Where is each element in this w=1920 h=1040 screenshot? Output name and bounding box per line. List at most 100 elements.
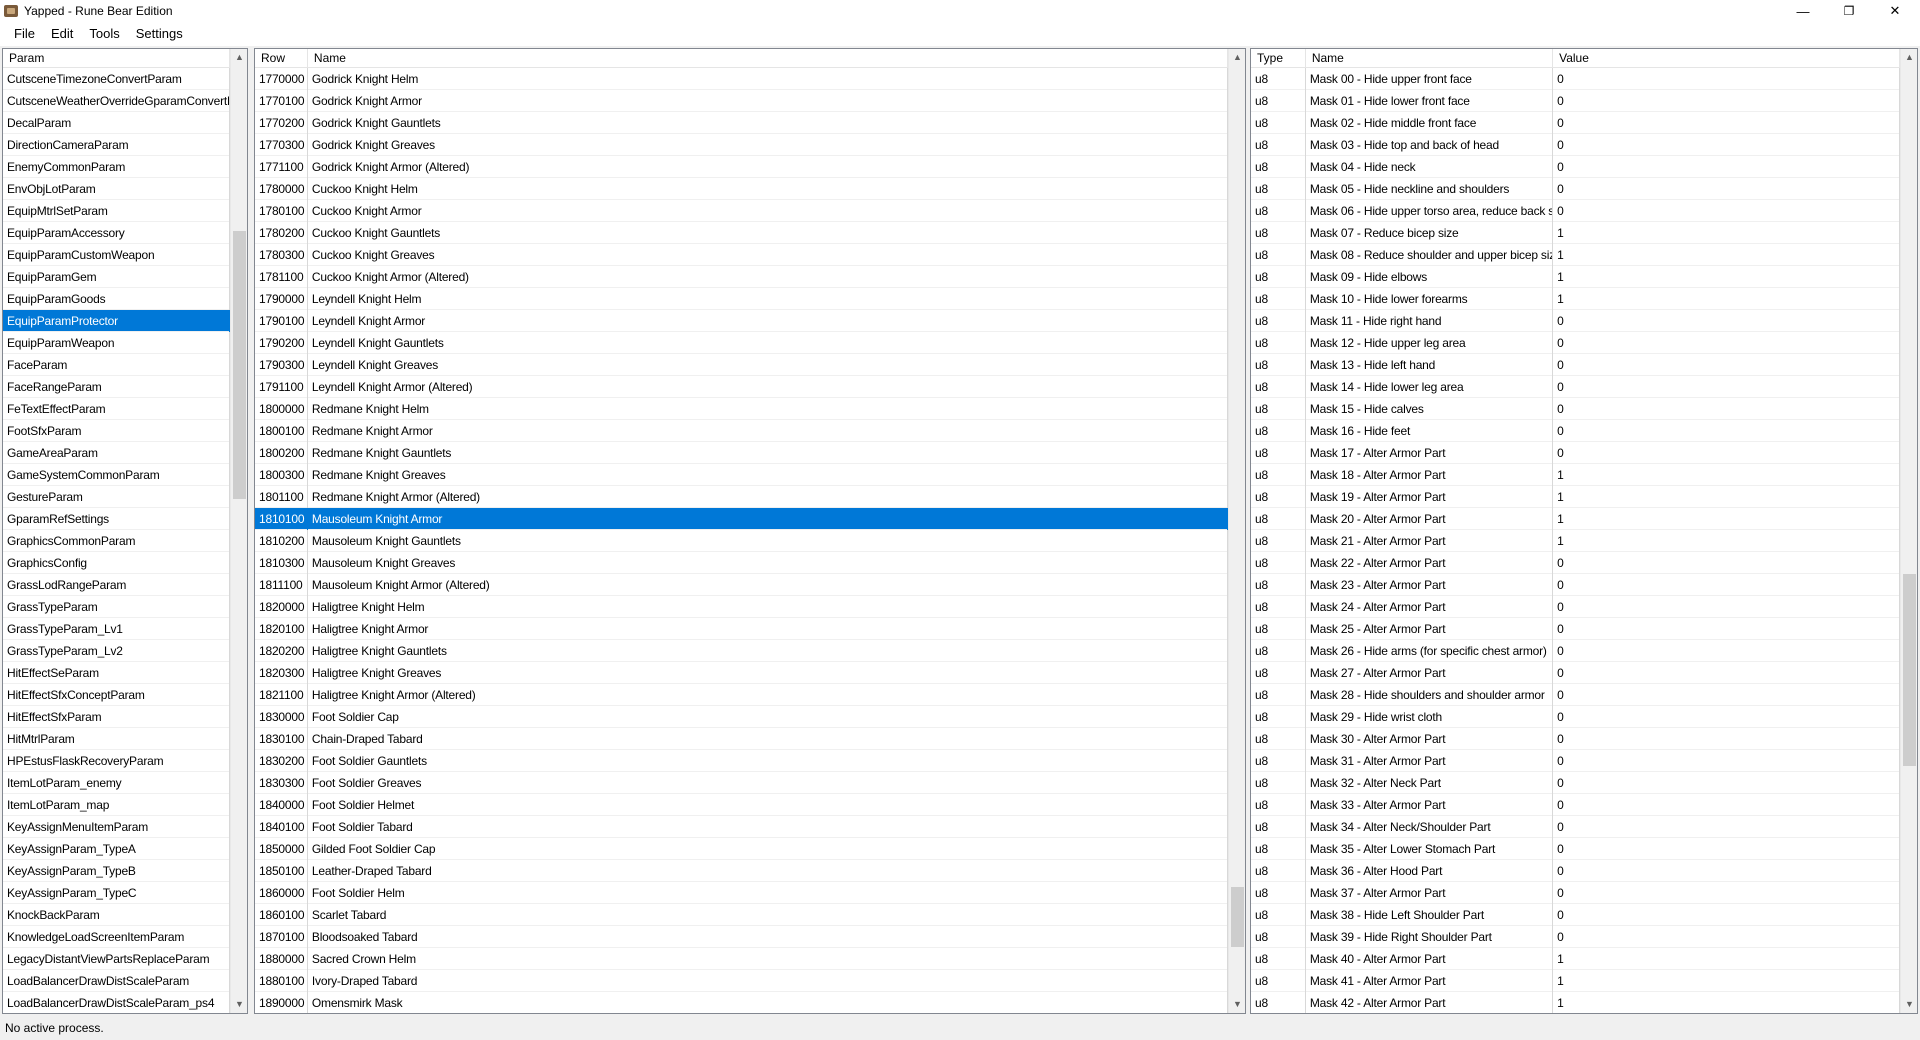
field-row[interactable]: u8 Mask 16 - Hide feet 0 <box>1251 420 1900 442</box>
field-value-cell[interactable]: 0 <box>1553 354 1900 376</box>
row-list-item[interactable]: 1880000 Sacred Crown Helm <box>255 948 1228 970</box>
param-list-item[interactable]: FaceRangeParam <box>3 376 230 398</box>
param-list-item[interactable]: LoadBalancerDrawDistScaleParam_ps4 <box>3 992 230 1013</box>
param-list-item[interactable]: GparamRefSettings <box>3 508 230 530</box>
row-list-item[interactable]: 1801100 Redmane Knight Armor (Altered) <box>255 486 1228 508</box>
field-value-cell[interactable]: 0 <box>1553 376 1900 398</box>
name-column-header[interactable]: Name <box>1306 49 1554 68</box>
field-row[interactable]: u8 Mask 30 - Alter Armor Part 0 <box>1251 728 1900 750</box>
scrollbar-thumb[interactable] <box>1903 574 1916 766</box>
field-row[interactable]: u8 Mask 17 - Alter Armor Part 0 <box>1251 442 1900 464</box>
param-list-item[interactable]: GameSystemCommonParam <box>3 464 230 486</box>
field-row[interactable]: u8 Mask 27 - Alter Armor Part 0 <box>1251 662 1900 684</box>
field-value-cell[interactable]: 0 <box>1553 574 1900 596</box>
param-list-item[interactable]: GameAreaParam <box>3 442 230 464</box>
field-row[interactable]: u8 Mask 33 - Alter Armor Part 0 <box>1251 794 1900 816</box>
row-list-item[interactable]: 1781100 Cuckoo Knight Armor (Altered) <box>255 266 1228 288</box>
field-value-cell[interactable]: 1 <box>1553 244 1900 266</box>
param-list-item[interactable]: HitEffectSeParam <box>3 662 230 684</box>
param-list-item[interactable]: LegacyDistantViewPartsReplaceParam <box>3 948 230 970</box>
param-list-item[interactable]: KeyAssignParam_TypeA <box>3 838 230 860</box>
menu-settings[interactable]: Settings <box>128 22 191 46</box>
field-row[interactable]: u8 Mask 28 - Hide shoulders and shoulder … <box>1251 684 1900 706</box>
field-value-cell[interactable]: 0 <box>1553 90 1900 112</box>
row-list-item[interactable]: 1790300 Leyndell Knight Greaves <box>255 354 1228 376</box>
scroll-down-arrow-icon[interactable]: ▼ <box>231 996 247 1013</box>
scrollbar-thumb[interactable] <box>1231 887 1244 947</box>
field-value-cell[interactable]: 1 <box>1553 486 1900 508</box>
field-row[interactable]: u8 Mask 34 - Alter Neck/Shoulder Part 0 <box>1251 816 1900 838</box>
row-list-item[interactable]: 1800100 Redmane Knight Armor <box>255 420 1228 442</box>
row-list-item[interactable]: 1810100 Mausoleum Knight Armor <box>255 508 1228 530</box>
param-list-item[interactable]: FaceParam <box>3 354 230 376</box>
row-list-item[interactable]: 1820300 Haligtree Knight Greaves <box>255 662 1228 684</box>
field-value-cell[interactable]: 0 <box>1553 200 1900 222</box>
row-list-item[interactable]: 1890000 Omensmirk Mask <box>255 992 1228 1013</box>
param-list-item[interactable]: HitMtrlParam <box>3 728 230 750</box>
row-list-item[interactable]: 1810300 Mausoleum Knight Greaves <box>255 552 1228 574</box>
row-list-item[interactable]: 1860100 Scarlet Tabard <box>255 904 1228 926</box>
field-value-cell[interactable]: 0 <box>1553 178 1900 200</box>
row-list-item[interactable]: 1850100 Leather-Draped Tabard <box>255 860 1228 882</box>
param-list-item[interactable]: FeTextEffectParam <box>3 398 230 420</box>
field-row[interactable]: u8 Mask 01 - Hide lower front face 0 <box>1251 90 1900 112</box>
field-row[interactable]: u8 Mask 26 - Hide arms (for specific ches… <box>1251 640 1900 662</box>
param-list-item[interactable]: ItemLotParam_map <box>3 794 230 816</box>
field-row[interactable]: u8 Mask 07 - Reduce bicep size 1 <box>1251 222 1900 244</box>
field-row[interactable]: u8 Mask 25 - Alter Armor Part 0 <box>1251 618 1900 640</box>
param-list-item[interactable]: GrassTypeParam <box>3 596 230 618</box>
value-column-header[interactable]: Value <box>1553 49 1900 68</box>
field-row[interactable]: u8 Mask 29 - Hide wrist cloth 0 <box>1251 706 1900 728</box>
row-list-scrollbar[interactable]: ▲ ▼ <box>1228 49 1245 1013</box>
scroll-down-arrow-icon[interactable]: ▼ <box>1901 996 1917 1013</box>
field-row[interactable]: u8 Mask 02 - Hide middle front face 0 <box>1251 112 1900 134</box>
type-column-header[interactable]: Type <box>1251 49 1306 68</box>
field-value-cell[interactable]: 0 <box>1553 156 1900 178</box>
param-list-item[interactable]: EnemyCommonParam <box>3 156 230 178</box>
row-list-item[interactable]: 1770100 Godrick Knight Armor <box>255 90 1228 112</box>
field-row[interactable]: u8 Mask 38 - Hide Left Shoulder Part 0 <box>1251 904 1900 926</box>
field-value-cell[interactable]: 0 <box>1553 134 1900 156</box>
field-value-cell[interactable]: 0 <box>1553 860 1900 882</box>
row-list-item[interactable]: 1780000 Cuckoo Knight Helm <box>255 178 1228 200</box>
row-list-item[interactable]: 1800200 Redmane Knight Gauntlets <box>255 442 1228 464</box>
field-value-cell[interactable]: 0 <box>1553 662 1900 684</box>
field-row[interactable]: u8 Mask 10 - Hide lower forearms 1 <box>1251 288 1900 310</box>
field-value-cell[interactable]: 0 <box>1553 420 1900 442</box>
field-row[interactable]: u8 Mask 24 - Alter Armor Part 0 <box>1251 596 1900 618</box>
field-value-cell[interactable]: 0 <box>1553 706 1900 728</box>
row-list-item[interactable]: 1800000 Redmane Knight Helm <box>255 398 1228 420</box>
field-row[interactable]: u8 Mask 12 - Hide upper leg area 0 <box>1251 332 1900 354</box>
restore-button[interactable]: ❐ <box>1826 0 1872 22</box>
field-row[interactable]: u8 Mask 36 - Alter Hood Part 0 <box>1251 860 1900 882</box>
minimize-button[interactable]: — <box>1780 0 1826 22</box>
scroll-up-arrow-icon[interactable]: ▲ <box>1229 49 1245 66</box>
row-list-item[interactable]: 1830100 Chain-Draped Tabard <box>255 728 1228 750</box>
field-row[interactable]: u8 Mask 13 - Hide left hand 0 <box>1251 354 1900 376</box>
field-row[interactable]: u8 Mask 41 - Alter Armor Part 1 <box>1251 970 1900 992</box>
param-list-item[interactable]: GrassLodRangeParam <box>3 574 230 596</box>
field-row[interactable]: u8 Mask 06 - Hide upper torso area, reduc… <box>1251 200 1900 222</box>
row-list-item[interactable]: 1840000 Foot Soldier Helmet <box>255 794 1228 816</box>
row-list-item[interactable]: 1790200 Leyndell Knight Gauntlets <box>255 332 1228 354</box>
field-value-cell[interactable]: 0 <box>1553 838 1900 860</box>
param-list-item[interactable]: EquipParamGoods <box>3 288 230 310</box>
param-list-item[interactable]: FootSfxParam <box>3 420 230 442</box>
field-value-cell[interactable]: 1 <box>1553 948 1900 970</box>
row-list-item[interactable]: 1800300 Redmane Knight Greaves <box>255 464 1228 486</box>
field-row[interactable]: u8 Mask 18 - Alter Armor Part 1 <box>1251 464 1900 486</box>
field-value-cell[interactable]: 0 <box>1553 552 1900 574</box>
field-value-cell[interactable]: 0 <box>1553 684 1900 706</box>
row-list-item[interactable]: 1860000 Foot Soldier Helm <box>255 882 1228 904</box>
menu-file[interactable]: File <box>6 22 43 46</box>
param-list-item[interactable]: DirectionCameraParam <box>3 134 230 156</box>
field-row[interactable]: u8 Mask 09 - Hide elbows 1 <box>1251 266 1900 288</box>
param-list-item[interactable]: HitEffectSfxConceptParam <box>3 684 230 706</box>
field-value-cell[interactable]: 0 <box>1553 596 1900 618</box>
row-list-item[interactable]: 1870100 Bloodsoaked Tabard <box>255 926 1228 948</box>
field-row[interactable]: u8 Mask 11 - Hide right hand 0 <box>1251 310 1900 332</box>
param-list-item[interactable]: CutsceneTimezoneConvertParam <box>3 68 230 90</box>
row-list-item[interactable]: 1821100 Haligtree Knight Armor (Altered) <box>255 684 1228 706</box>
field-value-cell[interactable]: 0 <box>1553 112 1900 134</box>
field-row[interactable]: u8 Mask 22 - Alter Armor Part 0 <box>1251 552 1900 574</box>
